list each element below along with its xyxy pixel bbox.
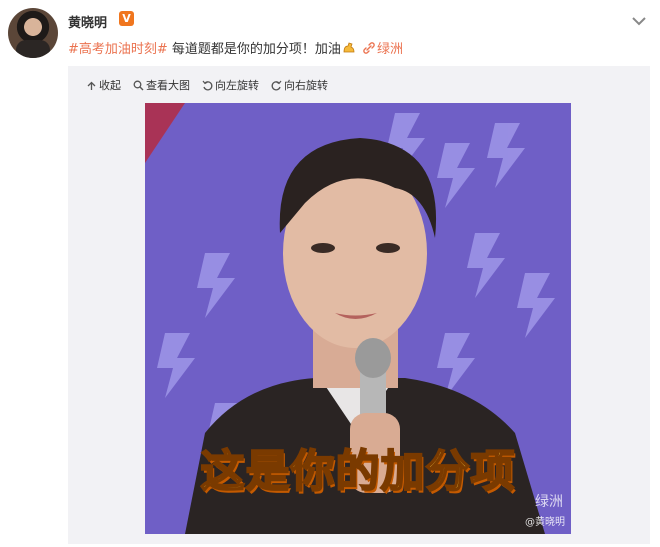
chevron-down-icon[interactable] <box>630 12 648 30</box>
verified-badge: V <box>119 11 134 26</box>
post-image[interactable]: 这是你的加分项 绿洲 @黄晓明 <box>145 103 571 534</box>
watermark-user: @黄晓明 <box>525 517 565 528</box>
link-icon <box>363 42 375 54</box>
collapse-label: 收起 <box>99 79 121 92</box>
rotate-left-label: 向左旋转 <box>215 79 259 92</box>
rotate-right-icon <box>271 80 282 90</box>
collapse-icon <box>87 81 96 90</box>
topic-link[interactable]: #高考加油时刻# <box>68 42 168 57</box>
rotate-left-button[interactable]: 向左旋转 <box>202 77 259 93</box>
media-box: 收起 查看大图 向左旋转 向右旋转 这是你的加分项 绿洲 @黄晓明 <box>68 66 650 544</box>
post-body: 每道题都是你的加分项！加油 <box>167 42 341 57</box>
post-text: #高考加油时刻# 每道题都是你的加分项！加油 绿洲 <box>68 38 403 57</box>
magnifier-icon <box>133 80 144 90</box>
image-caption: 这是你的加分项 <box>200 445 516 498</box>
avatar-suit <box>16 40 50 58</box>
rotate-left-icon <box>202 80 213 90</box>
view-large-button[interactable]: 查看大图 <box>133 77 190 93</box>
collapse-button[interactable]: 收起 <box>86 77 121 93</box>
rotate-right-button[interactable]: 向右旋转 <box>271 77 328 93</box>
avatar[interactable] <box>8 8 58 58</box>
location-label: 绿洲 <box>376 42 403 57</box>
rotate-right-label: 向右旋转 <box>284 79 328 92</box>
view-large-label: 查看大图 <box>146 79 190 92</box>
media-toolbar: 收起 查看大图 向左旋转 向右旋转 <box>86 77 328 93</box>
location-link[interactable]: 绿洲 <box>361 42 403 57</box>
flexed-arm-icon <box>343 42 355 53</box>
watermark-app: 绿洲 <box>535 494 563 510</box>
username[interactable]: 黄晓明 <box>68 12 107 31</box>
